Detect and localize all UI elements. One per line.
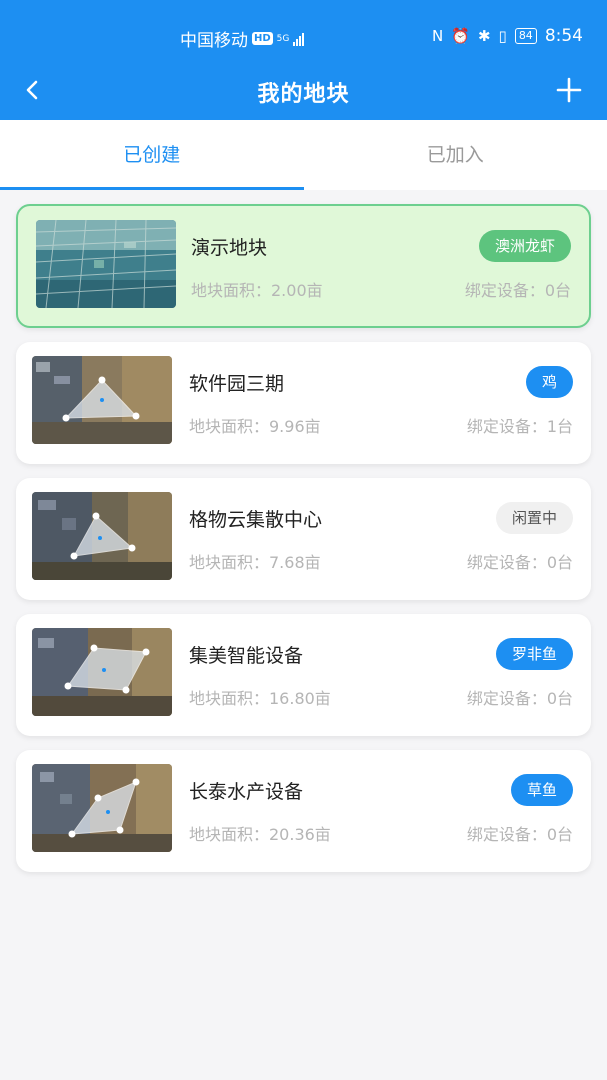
plot-card[interactable]: 长泰水产设备 草鱼 地块面积：20.36亩 绑定设备：0台 xyxy=(16,750,591,872)
plot-card[interactable]: 格物云集散中心 闲置中 地块面积：7.68亩 绑定设备：0台 xyxy=(16,478,591,600)
add-plot-button[interactable] xyxy=(551,72,587,108)
carrier-name: 中国移动 xyxy=(180,31,248,51)
navbar: 我的地块 xyxy=(0,64,607,120)
plot-area: 地块面积：2.00亩 xyxy=(191,281,323,300)
bound-devices: 绑定设备：0台 xyxy=(464,281,571,300)
tab-created[interactable]: 已创建 xyxy=(0,120,304,190)
plot-area: 地块面积：16.80亩 xyxy=(189,689,331,708)
carrier-info: 中国移动 HD 5G xyxy=(180,26,305,51)
system-icons: N ⏰ ✱ ▯ 84 8:54 xyxy=(432,26,583,46)
plot-card[interactable]: 集美智能设备 罗非鱼 地块面积：16.80亩 绑定设备：0台 xyxy=(16,614,591,736)
plot-card[interactable]: 演示地块 澳洲龙虾 地块面积：2.00亩 绑定设备：0台 xyxy=(16,204,591,328)
alarm-icon: ⏰ xyxy=(451,27,470,45)
page-title: 我的地块 xyxy=(257,82,350,107)
plot-name: 软件园三期 xyxy=(189,373,285,395)
plot-list: 演示地块 澳洲龙虾 地块面积：2.00亩 绑定设备：0台 软件园三期 鸡 地块面… xyxy=(16,204,591,886)
network-type: 5G xyxy=(276,33,290,44)
status-bar: 中国移动 HD 5G N ⏰ ✱ ▯ 84 8:54 xyxy=(0,22,607,52)
tab-joined[interactable]: 已加入 xyxy=(304,120,607,190)
status-tag: 闲置中 xyxy=(495,502,573,534)
plot-name: 格物云集散中心 xyxy=(189,509,323,531)
signal-icon xyxy=(293,32,305,46)
plot-thumbnail xyxy=(32,764,172,852)
plot-card[interactable]: 软件园三期 鸡 地块面积：9.96亩 绑定设备：1台 xyxy=(16,342,591,464)
satellite-map-image xyxy=(32,492,172,580)
plot-name: 长泰水产设备 xyxy=(189,781,304,803)
status-time: 8:54 xyxy=(544,26,583,46)
plot-name: 集美智能设备 xyxy=(189,645,304,667)
bound-devices: 绑定设备：0台 xyxy=(466,689,573,708)
plot-area: 地块面积：20.36亩 xyxy=(189,825,331,844)
species-tag: 澳洲龙虾 xyxy=(478,230,571,262)
aerial-fields-image xyxy=(36,220,176,308)
bound-devices: 绑定设备：0台 xyxy=(466,825,573,844)
plot-thumbnail xyxy=(36,220,176,308)
plot-name: 演示地块 xyxy=(191,237,268,259)
satellite-map-image xyxy=(32,356,172,444)
plot-thumbnail xyxy=(32,628,172,716)
nfc-icon: N xyxy=(432,27,444,45)
species-tag: 鸡 xyxy=(525,366,573,398)
satellite-map-image xyxy=(32,764,172,852)
bluetooth-icon: ✱ xyxy=(477,27,491,45)
hd-badge: HD xyxy=(252,32,273,45)
species-tag: 草鱼 xyxy=(510,774,573,806)
plus-icon xyxy=(556,77,582,103)
satellite-map-image xyxy=(32,628,172,716)
plot-thumbnail xyxy=(32,492,172,580)
plot-area: 地块面积：7.68亩 xyxy=(189,553,321,572)
tab-bar: 已创建 已加入 xyxy=(0,120,607,190)
vibrate-icon: ▯ xyxy=(498,27,507,45)
plot-thumbnail xyxy=(32,356,172,444)
bound-devices: 绑定设备：0台 xyxy=(466,553,573,572)
plot-area: 地块面积：9.96亩 xyxy=(189,417,321,436)
bound-devices: 绑定设备：1台 xyxy=(466,417,573,436)
app-header: 中国移动 HD 5G N ⏰ ✱ ▯ 84 8:54 我的地块 xyxy=(0,0,607,120)
species-tag: 罗非鱼 xyxy=(495,638,573,670)
battery-icon: 84 xyxy=(514,28,537,44)
